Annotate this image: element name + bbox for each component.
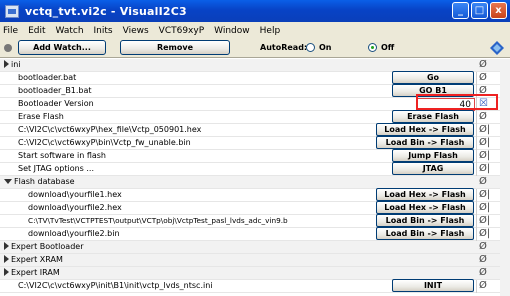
window-controls: _ □ x [452,2,507,19]
go-button[interactable]: Go [392,71,474,84]
autoread-on-label: On [319,43,332,52]
null-symbol-icon: Ø [479,72,487,83]
row-label: download\yourfile1.hex [28,190,122,199]
tree-group-expert-bootloader[interactable]: Expert Bootloader Ø [0,241,510,254]
separator [476,163,477,176]
null-symbol-icon: Ø| [479,137,491,148]
null-symbol-icon: Ø| [479,189,491,200]
null-symbol-icon: Ø [479,267,487,278]
null-symbol-icon: Ø| [479,202,491,213]
jtag-button[interactable]: JTAG [392,162,474,175]
menu-window[interactable]: Window [214,26,250,36]
group-label: Expert XRAM [11,255,63,264]
group-label: ini [11,60,21,69]
row-label: C:\TV\TvTest\VCTPTEST\output\VCTp\obj\Vc… [28,216,288,225]
erase-flash-button[interactable]: Erase Flash [392,110,474,123]
tree-row: download\yourfile2.bin Load Bin -> Flash… [0,227,510,241]
init-button[interactable]: INIT [392,279,474,292]
menu-edit[interactable]: Edit [28,26,45,36]
null-symbol-icon: Ø| [479,228,491,239]
separator [476,137,477,150]
separator [476,280,477,293]
autoread-off-radio[interactable]: Off [368,43,394,52]
tree-row: C:\VI2C\c\vct6wxyP\init\B1\init\vctp_lvd… [0,279,510,293]
tree-row: Set JTAG options ... JTAG Ø| [0,162,510,176]
vertical-scrollbar[interactable] [500,59,510,296]
separator [476,111,477,124]
menu-inits[interactable]: Inits [94,26,113,36]
row-label: C:\VI2C\c\vct6wxyP\init\B1\init\vctp_lvd… [18,281,213,290]
load-hex-flash-button[interactable]: Load Hex -> Flash [376,188,474,201]
expand-arrow-icon[interactable] [4,255,9,263]
maximize-button[interactable]: □ [471,2,488,19]
add-watch-button[interactable]: Add Watch... [18,40,106,55]
radio-unselected-icon [306,43,315,52]
expand-arrow-icon[interactable] [4,242,9,250]
separator [476,189,477,202]
radio-selected-icon [368,43,377,52]
null-symbol-icon: Ø [479,111,487,122]
row-label: bootloader.bat [18,73,77,82]
null-symbol-icon: Ø| [479,150,491,161]
null-symbol-icon: Ø [479,241,487,252]
group-label: Expert IRAM [11,268,60,277]
collapse-arrow-icon[interactable] [4,179,12,184]
row-label: Set JTAG options ... [18,164,95,173]
separator [476,202,477,215]
null-symbol-icon: Ø| [479,215,491,226]
app-icon [5,4,19,18]
null-symbol-icon: Ø [479,280,487,291]
menu-vct69xyp[interactable]: VCT69xyP [159,26,204,36]
row-label: Bootloader Version [18,99,94,108]
expand-arrow-icon[interactable] [4,60,9,68]
group-label: Expert Bootloader [11,242,84,251]
menu-file[interactable]: File [3,26,18,36]
separator [476,124,477,137]
null-symbol-icon: Ø [479,59,487,70]
watch-icon [4,44,12,52]
highlight-box [416,94,498,110]
row-label: Erase Flash [18,112,64,121]
title-bar: vctq_tvt.vi2c - VisualI2C3 _ □ x [0,0,510,22]
load-hex-flash-button[interactable]: Load Hex -> Flash [376,123,474,136]
autoread-label: AutoRead: [260,43,308,52]
menu-bar: File Edit Watch Inits Views VCT69xyP Win… [0,22,510,39]
separator [476,228,477,241]
autoread-off-label: Off [381,43,395,52]
remove-button[interactable]: Remove [120,40,230,55]
separator [476,215,477,228]
null-symbol-icon: Ø| [479,163,491,174]
row-label: download\yourfile2.hex [28,203,122,212]
null-symbol-icon: Ø| [479,124,491,135]
null-symbol-icon: Ø [479,176,487,187]
autoread-on-radio[interactable]: On [306,43,332,52]
expand-arrow-icon[interactable] [4,268,9,276]
row-label: C:\VI2C\c\vct6wxyP\bin\Vctp_fw_unable.bi… [18,138,191,147]
menu-watch[interactable]: Watch [56,26,84,36]
window-title: vctq_tvt.vi2c - VisualI2C3 [25,4,187,18]
group-label: Flash database [14,177,75,186]
load-hex-flash-button[interactable]: Load Hex -> Flash [376,201,474,214]
load-bin-flash-button[interactable]: Load Bin -> Flash [376,214,474,227]
menu-views[interactable]: Views [123,26,149,36]
menu-help[interactable]: Help [260,26,281,36]
row-label: Start software in flash [18,151,106,160]
tree-group-expert-xram[interactable]: Expert XRAM Ø [0,254,510,267]
jump-flash-button[interactable]: Jump Flash [392,149,474,162]
row-label: C:\VI2C\c\vct6wxyP\hex_file\Vctp_050901.… [18,125,202,134]
close-button[interactable]: x [490,2,507,19]
toolbar: Add Watch... Remove AutoRead: On Off [0,39,510,58]
load-bin-flash-button[interactable]: Load Bin -> Flash [376,227,474,240]
minimize-button[interactable]: _ [452,2,469,19]
app-logo-icon [490,41,504,55]
separator [476,72,477,85]
separator [476,150,477,163]
load-bin-flash-button[interactable]: Load Bin -> Flash [376,136,474,149]
row-label: bootloader_B1.bat [18,86,92,95]
null-symbol-icon: Ø [479,254,487,265]
row-label: download\yourfile2.bin [28,229,120,238]
